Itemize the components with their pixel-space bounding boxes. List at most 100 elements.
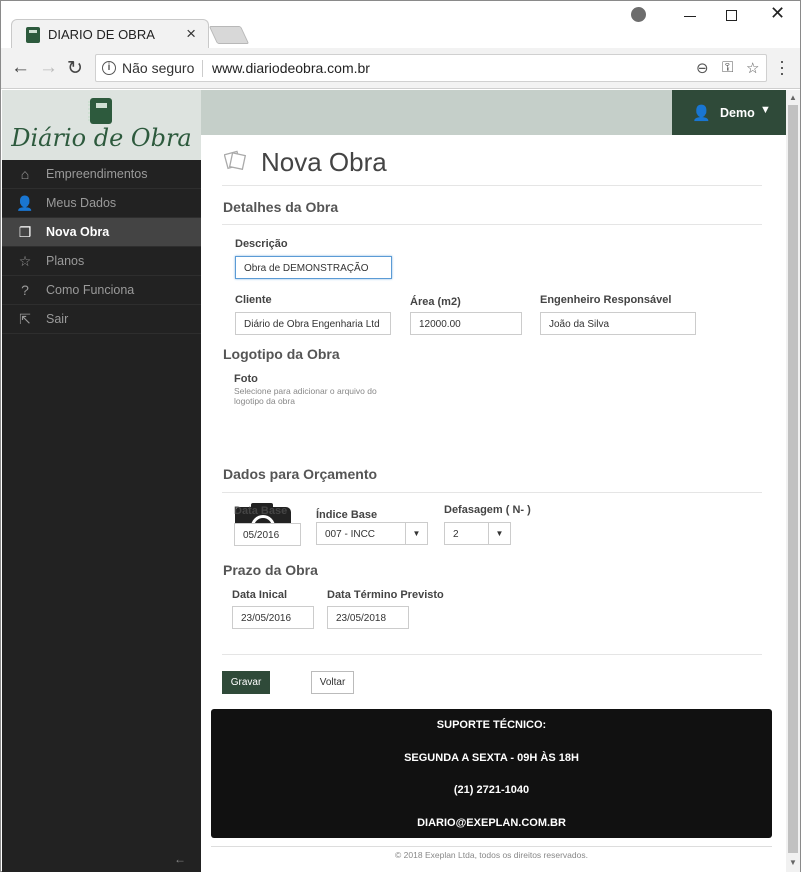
- scrollbar-thumb[interactable]: [788, 105, 798, 853]
- defasagem-select[interactable]: 2 ▼: [444, 522, 511, 545]
- defasagem-label: Defasagem ( N- ): [444, 504, 531, 516]
- tab-title: DIARIO DE OBRA: [48, 27, 155, 42]
- cliente-label: Cliente: [235, 294, 272, 306]
- browser-tab[interactable]: DIARIO DE OBRA ×: [11, 19, 209, 49]
- support-box: SUPORTE TÉCNICO: SEGUNDA A SEXTA - 09H À…: [211, 709, 772, 838]
- home-icon: ⌂: [20, 166, 30, 182]
- descricao-label: Descrição: [235, 238, 288, 250]
- key-icon[interactable]: ⚿: [722, 59, 733, 76]
- user-icon: 👤: [16, 195, 34, 211]
- sidebar-item-label: Empreendimentos: [46, 167, 148, 181]
- notebook-icon: [88, 98, 112, 124]
- sidebar-item-nova-obra[interactable]: ❐ Nova Obra: [2, 218, 201, 247]
- url-text[interactable]: www.diariodeobra.com.br: [212, 60, 370, 76]
- chevron-down-icon: ▼: [760, 104, 771, 116]
- brand-name: Diário de Obra: [11, 124, 192, 152]
- indice-base-select[interactable]: 007 - INCC ▼: [316, 522, 428, 545]
- divider: [211, 846, 772, 847]
- defasagem-value: 2: [453, 529, 459, 540]
- user-menu[interactable]: 👤 Demo ▼: [672, 90, 786, 135]
- sidebar-item-como-funciona[interactable]: ? Como Funciona: [2, 276, 201, 305]
- collapse-sidebar-icon[interactable]: ←: [174, 852, 186, 866]
- star-icon: ☆: [18, 253, 32, 269]
- caret-down-icon: ▼: [488, 523, 510, 544]
- browser-window: DIARIO DE OBRA × ✕ ← → ↻ i Não seguro ww…: [0, 0, 801, 872]
- foto-help-text: Selecione para adicionar o arquivo do lo…: [234, 386, 377, 406]
- vertical-scrollbar[interactable]: ▲ ▼: [786, 90, 800, 872]
- support-hours: SEGUNDA A SEXTA - 09H ÀS 18H: [404, 752, 579, 764]
- section-title-orcamento: Dados para Orçamento: [223, 466, 378, 482]
- page-title: Nova Obra: [261, 147, 387, 177]
- support-title: SUPORTE TÉCNICO:: [436, 719, 547, 731]
- back-button[interactable]: Voltar: [311, 671, 354, 694]
- indice-base-label: Índice Base: [316, 509, 378, 521]
- cliente-input[interactable]: Diário de Obra Engenharia Ltd: [235, 312, 391, 335]
- forward-arrow-icon[interactable]: →: [39, 57, 58, 79]
- question-icon: ?: [21, 282, 29, 298]
- support-email: DIARIO@EXEPLAN.COM.BR: [417, 817, 566, 829]
- top-bar: 👤 Demo ▼: [201, 90, 786, 135]
- caret-down-icon: ▼: [405, 523, 427, 544]
- new-tab-button[interactable]: [208, 26, 250, 44]
- scroll-down-icon[interactable]: ▼: [789, 858, 797, 867]
- support-phone: (21) 2721-1040: [453, 784, 530, 796]
- descricao-input[interactable]: Obra de DEMONSTRAÇÃO: [235, 256, 392, 279]
- sidebar-item-label: Sair: [46, 312, 69, 326]
- sidebar-item-label: Nova Obra: [46, 225, 110, 239]
- browser-menu-icon[interactable]: · · ·: [779, 52, 785, 82]
- address-bar[interactable]: i Não seguro www.diariodeobra.com.br ⊖ ⚿…: [95, 54, 767, 82]
- section-title-detalhes: Detalhes da Obra: [223, 199, 339, 215]
- reload-icon[interactable]: ↻: [67, 57, 83, 80]
- logout-icon: ⇱: [19, 311, 31, 327]
- minimize-icon[interactable]: [684, 16, 696, 17]
- data-termino-label: Data Término Previsto: [327, 589, 444, 601]
- sidebar: Diário de Obra ⌂ Empreendimentos 👤 Meus …: [2, 90, 201, 872]
- data-inicial-input[interactable]: 23/05/2016: [232, 606, 314, 629]
- tab-strip: DIARIO DE OBRA × ✕: [1, 1, 800, 49]
- scroll-up-icon[interactable]: ▲: [789, 93, 797, 102]
- info-icon[interactable]: i: [102, 61, 116, 75]
- user-icon: 👤: [692, 105, 711, 122]
- sidebar-item-label: Meus Dados: [46, 196, 117, 210]
- sidebar-item-sair[interactable]: ⇱ Sair: [2, 305, 201, 334]
- engenheiro-input[interactable]: João da Silva: [540, 312, 696, 335]
- zoom-icon[interactable]: ⊖: [696, 59, 709, 77]
- area-label: Área (m2): [410, 296, 461, 308]
- brand-logo[interactable]: Diário de Obra: [2, 90, 201, 160]
- sidebar-item-planos[interactable]: ☆ Planos: [2, 247, 201, 276]
- divider: [202, 60, 203, 77]
- save-button[interactable]: Gravar: [222, 671, 270, 694]
- sidebar-item-empreendimentos[interactable]: ⌂ Empreendimentos: [2, 160, 201, 189]
- data-termino-input[interactable]: 23/05/2018: [327, 606, 409, 629]
- bookmark-star-icon[interactable]: ☆: [746, 59, 759, 77]
- divider: [222, 224, 762, 225]
- sidebar-item-label: Como Funciona: [46, 283, 135, 297]
- security-label[interactable]: Não seguro: [122, 60, 194, 76]
- divider: [222, 492, 762, 493]
- divider: [222, 654, 762, 655]
- sidebar-item-label: Planos: [46, 254, 85, 268]
- maximize-icon[interactable]: [726, 10, 737, 21]
- data-inicial-label: Data Inical: [232, 589, 288, 601]
- foto-label: Foto: [234, 373, 258, 385]
- section-title-logotipo: Logotipo da Obra: [223, 346, 340, 362]
- back-arrow-icon[interactable]: ←: [11, 57, 30, 79]
- divider: [222, 185, 762, 186]
- web-page: Diário de Obra ⌂ Empreendimentos 👤 Meus …: [2, 90, 800, 872]
- sidebar-menu: ⌂ Empreendimentos 👤 Meus Dados ❐ Nova Ob…: [2, 160, 201, 334]
- data-base-label: Data Base: [234, 505, 288, 517]
- indice-base-value: 007 - INCC: [325, 529, 376, 540]
- area-input[interactable]: 12000.00: [410, 312, 522, 335]
- copyright-text: © 2018 Exeplan Ltda, todos os direitos r…: [395, 850, 588, 860]
- user-name: Demo: [720, 106, 755, 120]
- engenheiro-label: Engenheiro Responsável: [540, 294, 672, 306]
- data-base-input[interactable]: 05/2016: [234, 523, 301, 546]
- sidebar-item-meus-dados[interactable]: 👤 Meus Dados: [2, 189, 201, 218]
- profile-icon[interactable]: [631, 7, 646, 22]
- document-icon: [224, 150, 246, 170]
- window-close-icon[interactable]: ✕: [770, 3, 785, 24]
- section-title-prazo: Prazo da Obra: [223, 562, 318, 578]
- close-tab-icon[interactable]: ×: [186, 24, 196, 44]
- favicon-icon: [26, 27, 40, 43]
- browser-toolbar: ← → ↻ i Não seguro www.diariodeobra.com.…: [1, 48, 800, 89]
